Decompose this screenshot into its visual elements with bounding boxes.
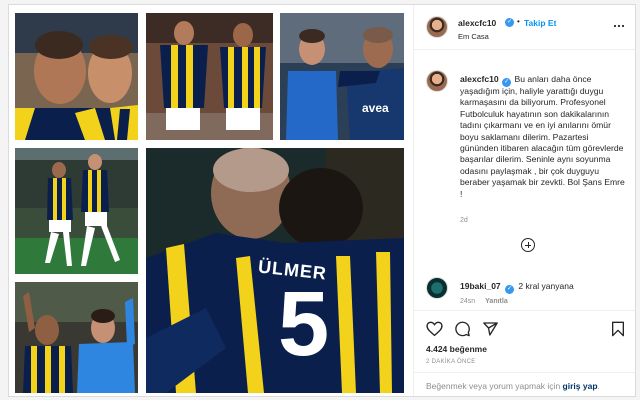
post-sidebar: alexcfc10 ✓ • Takip Et Em Casa alexcfc10… (413, 5, 635, 396)
instagram-post: avea ÜLMER 5 alexcfc10 ✓ • Takip Et Em C… (8, 4, 636, 397)
post-actions: 4.424 beğenme 2 DAKİKA ÖNCE Beğenmek vey… (414, 310, 635, 396)
photo-goalkeeper (15, 282, 138, 393)
comment-text: 2 kral yanyana (518, 281, 574, 291)
author-avatar[interactable] (426, 16, 448, 38)
load-more-icon[interactable] (521, 238, 535, 252)
share-icon[interactable] (482, 321, 499, 337)
more-icon[interactable] (612, 19, 626, 33)
post-header: alexcfc10 ✓ • Takip Et Em Casa (414, 5, 635, 50)
caption-avatar[interactable] (426, 70, 448, 92)
reply-button[interactable]: Yanıtla (485, 298, 508, 305)
comment-meta: 24sn Yanıtla (460, 298, 516, 305)
commenter-avatar[interactable] (426, 277, 448, 299)
comment-username[interactable]: 19baki_07 (460, 281, 501, 291)
login-link[interactable]: giriş yap (563, 381, 598, 391)
separator-dot: • (517, 17, 520, 26)
verified-icon: ✓ (505, 18, 514, 27)
bookmark-icon[interactable] (611, 321, 625, 337)
post-location[interactable]: Em Casa (458, 32, 489, 41)
login-prompt-suffix: . (597, 381, 600, 391)
caption-username[interactable]: alexcfc10 (460, 74, 499, 84)
photo-celebration (146, 13, 273, 140)
caption-text: Bu anları daha önce yaşadığım için, hali… (460, 74, 625, 199)
photo-hug: ÜLMER 5 (146, 148, 404, 393)
jersey-number: 5 (278, 273, 330, 375)
add-comment-bar: Beğenmek veya yorum yapmak için giriş ya… (414, 372, 635, 396)
author-username[interactable]: alexcfc10 (458, 18, 496, 28)
photo-pitch (15, 148, 138, 274)
caption-age: 2d (460, 217, 468, 224)
comment-icon[interactable] (454, 321, 471, 337)
photo-team-blue: avea (280, 13, 404, 140)
heart-icon[interactable] (426, 321, 443, 337)
likes-count[interactable]: 4.424 beğenme (426, 344, 487, 354)
comment: 19baki_07 ✓ 2 kral yanyana (460, 281, 574, 294)
verified-icon: ✓ (505, 285, 515, 294)
follow-button[interactable]: Takip Et (524, 18, 556, 28)
post-caption: alexcfc10 ✓ Bu anları daha önce yaşadığı… (460, 74, 628, 200)
photo-closeup (15, 13, 138, 140)
login-prompt-text: Beğenmek veya yorum yapmak için (426, 381, 561, 391)
login-prompt: Beğenmek veya yorum yapmak için giriş ya… (426, 381, 600, 391)
jersey-brand: avea (362, 101, 389, 115)
post-media[interactable]: avea ÜLMER 5 (9, 5, 413, 396)
post-timestamp: 2 DAKİKA ÖNCE (426, 359, 476, 365)
comment-age: 24sn (460, 298, 476, 305)
